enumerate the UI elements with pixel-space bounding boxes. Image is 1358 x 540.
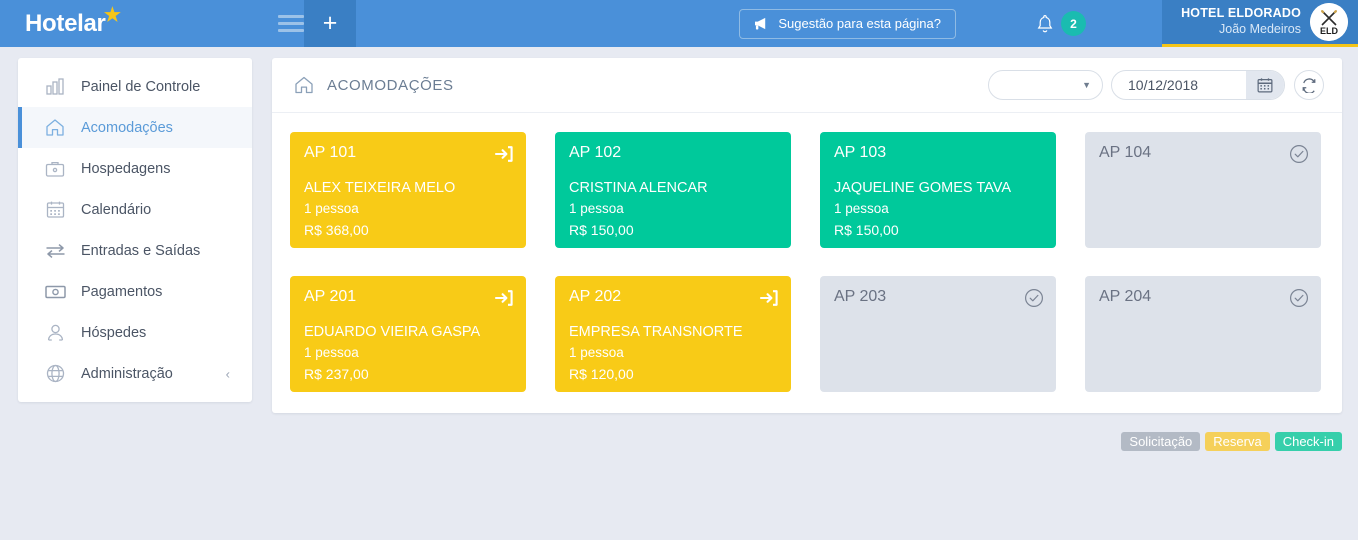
sidebar-item-hospedagens[interactable]: Hospedagens: [18, 148, 252, 189]
chevron-left-icon[interactable]: ‹: [226, 366, 230, 381]
room-card-ap-203[interactable]: AP 203: [820, 276, 1056, 392]
date-input-group[interactable]: 10/12/2018: [1111, 70, 1285, 100]
briefcase-icon: [44, 158, 66, 180]
sidebar-item-label: Administração: [81, 365, 173, 382]
legend-item-solicitacao: Solicitação: [1121, 432, 1201, 451]
room-occupancy: 1 pessoa: [304, 345, 359, 361]
add-button[interactable]: +: [304, 0, 356, 47]
room-code: AP 104: [1099, 144, 1152, 161]
refresh-button[interactable]: [1294, 70, 1324, 100]
brand-area[interactable]: Hotelar ★: [0, 0, 272, 47]
brand-logo: Hotelar ★: [25, 5, 121, 38]
money-bill-icon: [44, 281, 66, 303]
legend-item-check-in: Check-in: [1274, 432, 1342, 451]
sign-in-icon[interactable]: [494, 288, 514, 308]
room-guest: ALEX TEIXEIRA MELO: [304, 180, 456, 196]
check-circle-icon[interactable]: [1289, 288, 1309, 308]
room-code: AP 102: [569, 144, 622, 161]
check-circle-icon[interactable]: [1024, 288, 1044, 308]
sidebar-item-administracao[interactable]: Administração ‹: [18, 353, 252, 394]
room-code: AP 203: [834, 288, 887, 305]
exchange-arrows-icon: [44, 240, 66, 262]
suggestion-button[interactable]: Sugestão para esta página?: [739, 8, 956, 39]
room-guest: JAQUELINE GOMES TAVA: [834, 180, 1011, 196]
globe-icon: [44, 363, 66, 385]
account-menu[interactable]: HOTEL ELDORADO João Medeiros ELD: [1162, 0, 1358, 47]
bar-chart-icon: [44, 76, 66, 98]
star-icon: ★: [103, 4, 121, 26]
notifications-area[interactable]: 2: [1036, 11, 1086, 36]
account-user-name: João Medeiros: [1219, 22, 1301, 36]
sidebar-item-label: Painel de Controle: [81, 78, 201, 95]
legend-item-reserva: Reserva: [1205, 432, 1270, 451]
accommodations-panel: ACOMODAÇÕES ▼ 10/12/2018 AP 101 ALEX TEI…: [272, 58, 1342, 413]
sidebar-item-label: Hóspedes: [81, 324, 147, 341]
sidebar-item-acomodacoes[interactable]: Acomodações: [18, 107, 252, 148]
home-icon: [295, 76, 313, 94]
home-icon: [44, 117, 66, 139]
filter-select[interactable]: ▼: [988, 70, 1103, 100]
room-price: R$ 150,00: [569, 222, 634, 239]
check-circle-icon[interactable]: [1289, 144, 1309, 164]
chevron-down-icon: ▼: [1082, 80, 1091, 90]
hamburger-icon[interactable]: [278, 15, 304, 32]
sidebar-item-label: Pagamentos: [81, 283, 163, 300]
megaphone-icon: [755, 17, 766, 30]
room-card-ap-101[interactable]: AP 101 ALEX TEIXEIRA MELO 1 pessoa R$ 36…: [290, 132, 526, 248]
room-occupancy: 1 pessoa: [569, 345, 624, 361]
room-card-ap-201[interactable]: AP 201 EDUARDO VIEIRA GASPA 1 pessoa R$ …: [290, 276, 526, 392]
room-price: R$ 150,00: [834, 222, 899, 239]
notification-badge: 2: [1061, 11, 1086, 36]
account-names: HOTEL ELDORADO João Medeiros: [1181, 6, 1301, 37]
room-price: R$ 368,00: [304, 222, 369, 239]
room-code: AP 202: [569, 288, 622, 305]
calendar-icon[interactable]: [1246, 71, 1284, 99]
sidebar-item-label: Entradas e Saídas: [81, 242, 201, 259]
sign-in-icon[interactable]: [494, 144, 514, 164]
sidebar-item-pagamentos[interactable]: Pagamentos: [18, 271, 252, 312]
room-card-ap-202[interactable]: AP 202 EMPRESA TRANSNORTE 1 pessoa R$ 12…: [555, 276, 791, 392]
room-code: AP 101: [304, 144, 357, 161]
room-price: R$ 237,00: [304, 366, 369, 383]
room-guest: CRISTINA ALENCAR: [569, 180, 708, 196]
bell-icon[interactable]: [1036, 14, 1054, 34]
refresh-icon: [1302, 78, 1316, 93]
sidebar-item-calendario[interactable]: Calendário: [18, 189, 252, 230]
room-card-ap-204[interactable]: AP 204: [1085, 276, 1321, 392]
avatar: ELD: [1310, 3, 1348, 41]
sidebar-item-label: Calendário: [81, 201, 152, 218]
rooms-grid: AP 101 ALEX TEIXEIRA MELO 1 pessoa R$ 36…: [272, 113, 1342, 392]
room-price: R$ 120,00: [569, 366, 634, 383]
brand-label: Hotelar: [25, 9, 106, 37]
room-card-ap-104[interactable]: AP 104: [1085, 132, 1321, 248]
hotel-crest-icon: ELD: [1310, 3, 1348, 41]
room-guest: EDUARDO VIEIRA GASPA: [304, 324, 481, 340]
top-navigation-bar: Hotelar ★ + Sugestão para esta página? 2…: [0, 0, 1358, 47]
account-hotel-name: HOTEL ELDORADO: [1181, 6, 1301, 21]
status-legend: Solicitação Reserva Check-in: [1121, 432, 1342, 451]
room-occupancy: 1 pessoa: [569, 201, 624, 217]
room-card-ap-102[interactable]: AP 102 CRISTINA ALENCAR 1 pessoa R$ 150,…: [555, 132, 791, 248]
room-code: AP 103: [834, 144, 887, 161]
sidebar-item-label: Acomodações: [81, 119, 173, 136]
room-guest: EMPRESA TRANSNORTE: [569, 324, 743, 340]
room-card-ap-103[interactable]: AP 103 JAQUELINE GOMES TAVA 1 pessoa R$ …: [820, 132, 1056, 248]
sidebar-item-entradas-e-saidas[interactable]: Entradas e Saídas: [18, 230, 252, 271]
sidebar: Painel de Controle Acomodações Hospedage…: [18, 58, 252, 402]
panel-header: ACOMODAÇÕES ▼ 10/12/2018: [272, 58, 1342, 113]
svg-text:ELD: ELD: [1320, 26, 1339, 36]
suggestion-label: Sugestão para esta página?: [778, 16, 941, 31]
room-code: AP 201: [304, 288, 357, 305]
room-occupancy: 1 pessoa: [304, 201, 359, 217]
sidebar-item-hospedes[interactable]: Hóspedes: [18, 312, 252, 353]
room-occupancy: 1 pessoa: [834, 201, 889, 217]
sidebar-item-painel-de-controle[interactable]: Painel de Controle: [18, 66, 252, 107]
date-input[interactable]: 10/12/2018: [1112, 77, 1246, 93]
user-icon: [44, 322, 66, 344]
page-title: ACOMODAÇÕES: [327, 76, 454, 94]
room-code: AP 204: [1099, 288, 1152, 305]
calendar-icon: [44, 199, 66, 221]
sign-in-icon[interactable]: [759, 288, 779, 308]
sidebar-item-label: Hospedagens: [81, 160, 171, 177]
